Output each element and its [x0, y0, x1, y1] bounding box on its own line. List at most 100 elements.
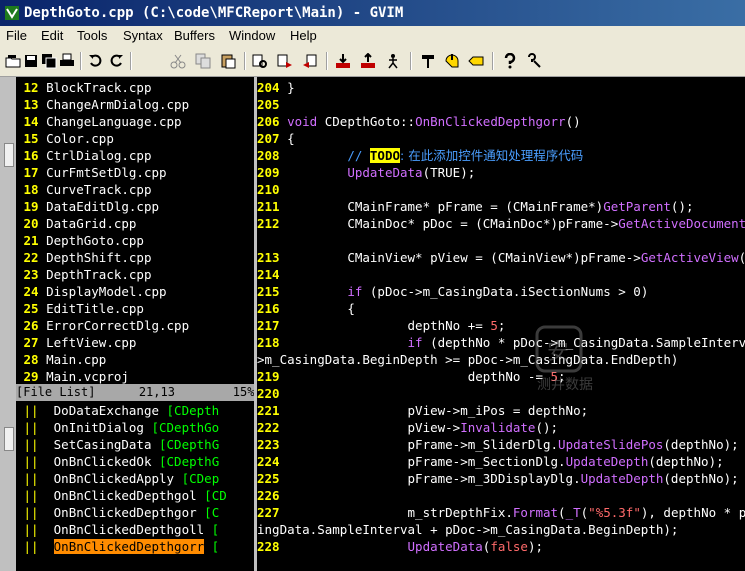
code-line[interactable]: 215 if (pDoc->m_CasingData.iSectionNums …: [257, 283, 648, 300]
code-line[interactable]: 204 }: [257, 79, 295, 96]
tag-scope: [CD: [196, 488, 227, 503]
file-name: CurveTrack.cpp: [46, 182, 152, 197]
help-icon[interactable]: [502, 53, 518, 69]
code-token: UpdateSlidePos: [558, 437, 664, 452]
code-line[interactable]: 228 UpdateData(false);: [257, 538, 543, 555]
find-next-icon[interactable]: [277, 53, 293, 69]
code-line[interactable]: 224 pFrame->m_SectionDlg.UpdateDepth(dep…: [257, 453, 724, 470]
file-list-item[interactable]: 12 BlockTrack.cpp: [16, 79, 152, 96]
menu-edit[interactable]: Edit: [41, 28, 63, 43]
file-list-item[interactable]: 24 DisplayModel.cpp: [16, 283, 167, 300]
file-list-item[interactable]: 27 LeftView.cpp: [16, 334, 137, 351]
save-all-icon[interactable]: [41, 53, 57, 69]
menu-window[interactable]: Window: [229, 28, 275, 43]
scroll-thumb[interactable]: [4, 143, 14, 167]
file-list-item[interactable]: 26 ErrorCorrectDlg.cpp: [16, 317, 190, 334]
file-list-item[interactable]: 13 ChangeArmDialog.cpp: [16, 96, 190, 113]
file-name: ChangeLanguage.cpp: [46, 114, 182, 129]
code-line[interactable]: 206 void CDepthGoto::OnBnClickedDepthgor…: [257, 113, 581, 130]
file-index: 24: [16, 284, 47, 299]
jump-tag-icon[interactable]: [468, 53, 484, 69]
menu-syntax[interactable]: Syntax: [123, 28, 163, 43]
menu-file[interactable]: File: [6, 28, 27, 43]
code-line[interactable]: >m_CasingData.BeginDepth >= pDoc->m_Casi…: [257, 351, 678, 368]
undo-icon[interactable]: [88, 53, 104, 69]
menu-buffers[interactable]: Buffers: [174, 28, 215, 43]
code-token: UpdateDepth: [580, 471, 664, 486]
tag-list-item[interactable]: || DoDataExchange [CDepth: [16, 402, 220, 419]
code-line[interactable]: 217 depthNo += 5;: [257, 317, 505, 334]
file-list-item[interactable]: 20 DataGrid.cpp: [16, 215, 137, 232]
menu-tools[interactable]: Tools: [77, 28, 107, 43]
code-line[interactable]: 212 CMainDoc* pDoc = (CMainDoc*)pFrame->…: [257, 215, 745, 232]
run-script-icon[interactable]: [385, 53, 401, 69]
file-name: EditTitle.cpp: [46, 301, 144, 316]
load-session-icon[interactable]: [335, 53, 351, 69]
file-list-item[interactable]: 19 DataEditDlg.cpp: [16, 198, 159, 215]
code-token: false: [490, 539, 528, 554]
file-list-item[interactable]: 21 DepthGoto.cpp: [16, 232, 144, 249]
code-line[interactable]: 221 pView->m_iPos = depthNo;: [257, 402, 588, 419]
code-token: (depthNo);: [663, 471, 739, 486]
tag-list-item[interactable]: || OnBnClickedOk [CDepthG: [16, 453, 220, 470]
code-line[interactable]: 218 if (depthNo * pDoc->m_CasingData.Sam…: [257, 334, 745, 351]
tag-list-item[interactable]: || OnInitDialog [CDepthGo: [16, 419, 220, 436]
file-list-item[interactable]: 29 Main.vcproj: [16, 368, 129, 385]
code-line[interactable]: 216 {: [257, 300, 355, 317]
tag-list-item[interactable]: || OnBnClickedDepthgoll [: [16, 521, 220, 538]
tag-list-item[interactable]: || SetCasingData [CDepthG: [16, 436, 220, 453]
file-list-item[interactable]: 28 Main.cpp: [16, 351, 107, 368]
code-line[interactable]: 210: [257, 181, 287, 198]
menu-help[interactable]: Help: [290, 28, 317, 43]
code-line[interactable]: 213 CMainView* pView = (CMainView*)pFram…: [257, 249, 745, 266]
code-line[interactable]: 208 // TODO: 在此添加控件通知处理程序代码: [257, 147, 583, 164]
code-line[interactable]: 220: [257, 385, 287, 402]
paste-icon[interactable]: [220, 53, 236, 69]
file-list-item[interactable]: 14 ChangeLanguage.cpp: [16, 113, 182, 130]
save-icon[interactable]: [23, 53, 39, 69]
file-list-item[interactable]: 22 DepthShift.cpp: [16, 249, 152, 266]
tag-list-item[interactable]: || OnBnClickedDepthgorr [: [16, 538, 219, 555]
code-line[interactable]: 223 pFrame->m_SliderDlg.UpdateSlidePos(d…: [257, 436, 739, 453]
tag-list-item[interactable]: || OnBnClickedDepthgol [CD: [16, 487, 227, 504]
scroll-thumb-lower[interactable]: [4, 427, 14, 451]
find-help-icon[interactable]: [526, 53, 542, 69]
tag-name: OnInitDialog: [53, 420, 144, 435]
cut-icon[interactable]: [170, 53, 186, 69]
tag-list-item[interactable]: || OnBnClickedDepthgor [C: [16, 504, 220, 521]
replace-icon[interactable]: [252, 53, 268, 69]
file-list-item[interactable]: 23 DepthTrack.cpp: [16, 266, 152, 283]
line-number: 217: [257, 318, 288, 333]
open-icon[interactable]: [5, 53, 21, 69]
file-list-item[interactable]: 17 CurFmtSetDlg.cpp: [16, 164, 167, 181]
save-session-icon[interactable]: [360, 53, 376, 69]
code-line[interactable]: 209 UpdateData(TRUE);: [257, 164, 475, 181]
left-scrollbar[interactable]: [0, 77, 16, 571]
file-list-item[interactable]: 16 CtrlDialog.cpp: [16, 147, 152, 164]
code-token: _T: [565, 505, 581, 520]
code-line[interactable]: 222 pView->Invalidate();: [257, 419, 558, 436]
file-list-item[interactable]: 15 Color.cpp: [16, 130, 114, 147]
code-line[interactable]: 207 {: [257, 130, 295, 147]
code-line[interactable]: 226: [257, 487, 287, 504]
file-list-item[interactable]: 25 EditTitle.cpp: [16, 300, 144, 317]
code-token: GetParent: [603, 199, 671, 214]
code-line[interactable]: 205: [257, 96, 287, 113]
redo-icon[interactable]: [108, 53, 124, 69]
code-line[interactable]: 211 CMainFrame* pFrame = (CMainFrame*)Ge…: [257, 198, 694, 215]
code-line[interactable]: 227 m_strDepthFix.Format(_T("%5.3f"), de…: [257, 504, 745, 521]
copy-icon[interactable]: [195, 53, 211, 69]
code-line[interactable]: 214: [257, 266, 287, 283]
code-editor-pane[interactable]: 204 } 205 206 void CDepthGoto::OnBnClicke…: [257, 77, 745, 571]
tag-list-item[interactable]: || OnBnClickedApply [CDep: [16, 470, 220, 487]
code-token: CDepthGoto::: [317, 114, 416, 129]
code-line[interactable]: 219 depthNo -= 5;: [257, 368, 566, 385]
find-prev-icon[interactable]: [302, 53, 318, 69]
code-line[interactable]: 225 pFrame->m_3DDisplayDlg.UpdateDepth(d…: [257, 470, 739, 487]
make-icon[interactable]: [420, 53, 436, 69]
code-token: 5: [550, 369, 559, 384]
code-line[interactable]: ingData.SampleInterval + pDoc->m_CasingD…: [257, 521, 678, 538]
build-tags-icon[interactable]: [444, 53, 460, 69]
print-icon[interactable]: [59, 53, 75, 69]
file-list-item[interactable]: 18 CurveTrack.cpp: [16, 181, 152, 198]
